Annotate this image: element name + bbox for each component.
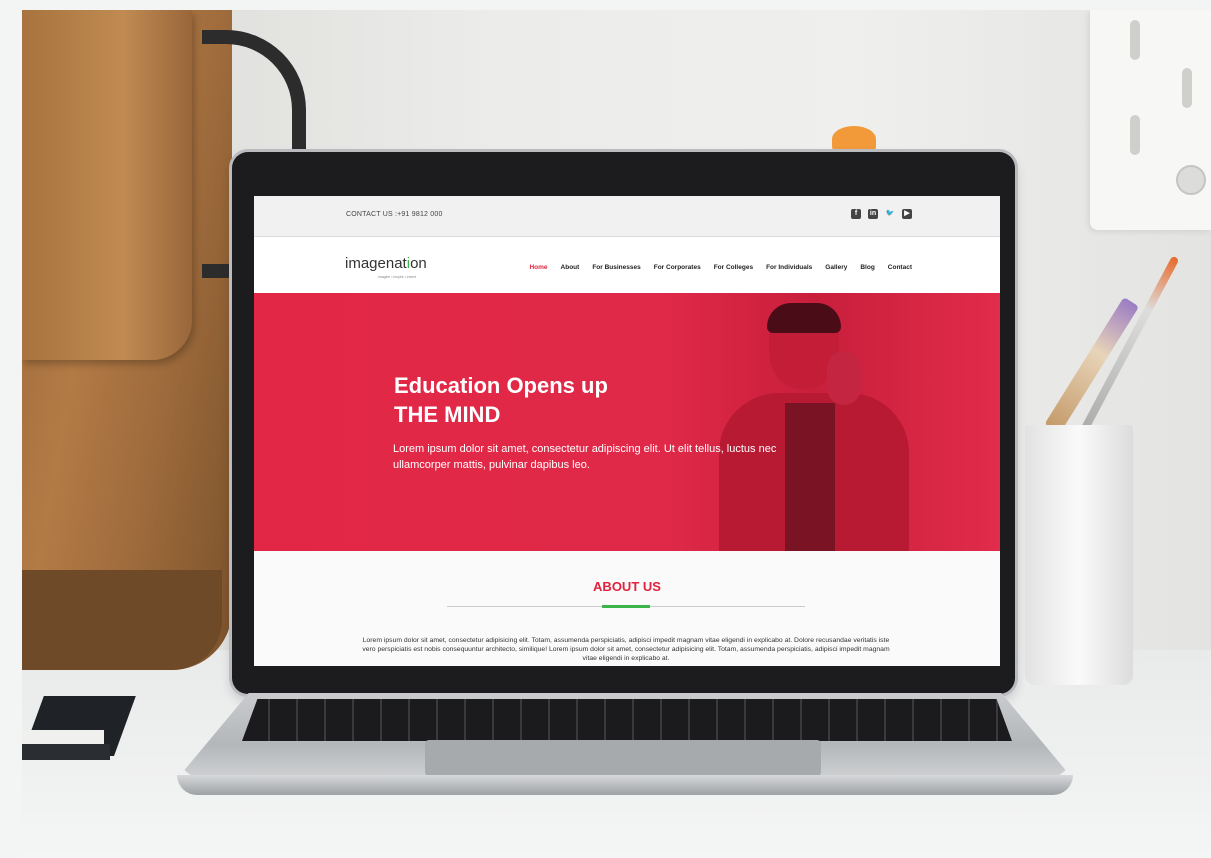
bag-bottom xyxy=(22,570,222,670)
laptop-trackpad xyxy=(425,740,821,776)
about-section: ABOUT US Lorem ipsum dolor sit amet, con… xyxy=(254,551,1000,666)
laptop-front xyxy=(177,775,1073,795)
contact-info: CONTACT US :+91 9812 000 xyxy=(346,211,443,218)
about-divider-accent xyxy=(602,605,650,608)
peg-slot xyxy=(1182,68,1192,108)
person-hair xyxy=(767,303,841,333)
facebook-icon[interactable]: f xyxy=(851,209,861,219)
linkedin-icon[interactable]: in xyxy=(868,209,878,219)
flower xyxy=(832,126,876,152)
laptop-screen: CONTACT US :+91 9812 000 f in 🐦 ▶ imagen… xyxy=(254,196,1000,666)
about-title: ABOUT US xyxy=(593,579,661,594)
bag-flap xyxy=(22,10,192,360)
nav-contact[interactable]: Contact xyxy=(888,264,912,271)
nav-for-businesses[interactable]: For Businesses xyxy=(592,264,640,271)
nav-for-individuals[interactable]: For Individuals xyxy=(766,264,812,271)
hero-text: Lorem ipsum dolor sit amet, consectetur … xyxy=(393,443,777,471)
nav-for-colleges[interactable]: For Colleges xyxy=(714,264,753,271)
site-navbar: imagenation imagine • inspire • invent H… xyxy=(254,237,1000,293)
site-logo[interactable]: imagenation xyxy=(345,255,427,272)
logo-text: on xyxy=(410,255,427,272)
youtube-icon[interactable]: ▶ xyxy=(902,209,912,219)
mockup-photo: CONTACT US :+91 9812 000 f in 🐦 ▶ imagen… xyxy=(22,10,1211,858)
notebook-pages xyxy=(22,730,104,744)
main-nav: Home About For Businesses For Corporates… xyxy=(529,264,912,271)
logo-tagline: imagine • inspire • invent xyxy=(378,275,417,279)
about-text: Lorem ipsum dolor sit amet, consectetur … xyxy=(362,637,890,662)
nav-blog[interactable]: Blog xyxy=(860,264,874,271)
notebook xyxy=(22,744,110,760)
nav-home[interactable]: Home xyxy=(529,264,547,271)
hero-title-line: Education Opens up xyxy=(394,373,608,398)
laptop-keyboard xyxy=(242,699,1012,741)
pegboard xyxy=(1090,10,1211,230)
logo-text: imagenat xyxy=(345,255,407,272)
social-icons: f in 🐦 ▶ xyxy=(851,209,912,219)
person-hand-phone xyxy=(827,351,861,405)
peg-slot xyxy=(1130,20,1140,60)
nav-for-corporates[interactable]: For Corporates xyxy=(654,264,701,271)
hero-title-line: THE MIND xyxy=(394,402,501,427)
hero-banner: Education Opens up THE MIND Lorem ipsum … xyxy=(254,293,1000,551)
hero-person-image xyxy=(699,303,909,551)
peg-knob xyxy=(1176,165,1206,195)
hero-title: Education Opens up THE MIND xyxy=(394,371,608,429)
peg-slot xyxy=(1130,115,1140,155)
nav-gallery[interactable]: Gallery xyxy=(825,264,847,271)
brush-cup xyxy=(1025,425,1133,685)
person-shirt xyxy=(785,403,835,551)
twitter-icon[interactable]: 🐦 xyxy=(885,209,895,219)
nav-about[interactable]: About xyxy=(561,264,580,271)
site-topbar: CONTACT US :+91 9812 000 f in 🐦 ▶ xyxy=(254,196,1000,237)
